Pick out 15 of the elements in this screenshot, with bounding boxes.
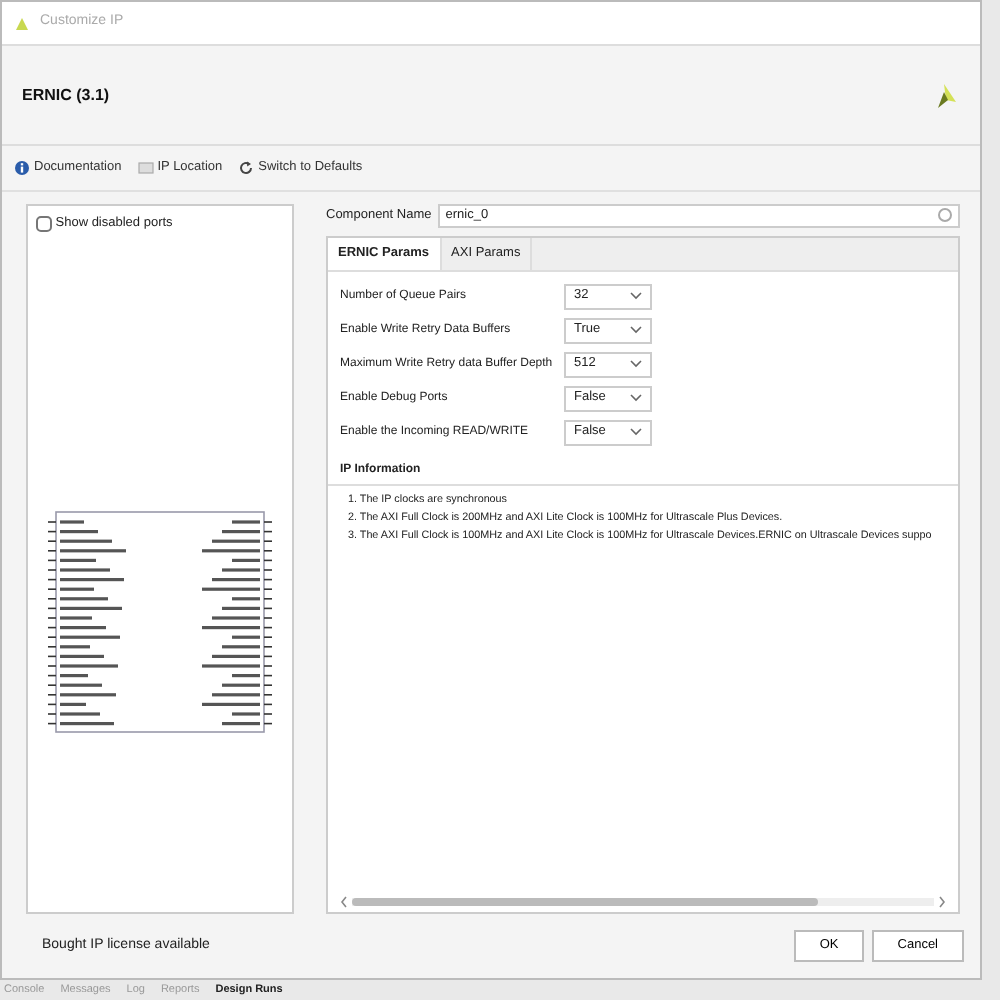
chevron-down-icon [630, 428, 642, 436]
scroll-right-icon[interactable] [938, 895, 946, 907]
clear-icon[interactable] [938, 208, 952, 223]
refresh-icon [238, 159, 255, 176]
logo-icon [932, 81, 960, 109]
chevron-down-icon [630, 326, 642, 334]
chevron-down-icon [630, 394, 642, 402]
folder-icon [137, 159, 154, 176]
info-icon [14, 159, 30, 176]
chevron-down-icon [630, 292, 642, 300]
chevron-down-icon [630, 360, 642, 368]
ip-title: ERNIC (3.1) [22, 83, 110, 107]
horizontal-scrollbar[interactable] [340, 894, 946, 908]
logo-icon [14, 15, 30, 31]
scroll-left-icon[interactable] [340, 895, 348, 907]
